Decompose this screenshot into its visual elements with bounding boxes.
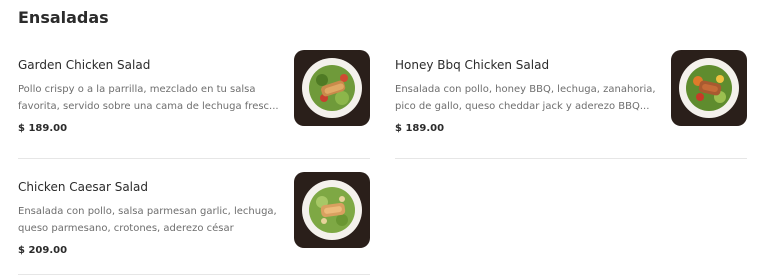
menu-item-image[interactable] (671, 50, 747, 126)
menu-item-price: $ 209.00 (18, 245, 68, 256)
menu-item-card[interactable]: Garden Chicken Salad Pollo crispy o a la… (18, 50, 370, 159)
menu-item-image[interactable] (294, 50, 370, 126)
menu-item-price: $ 189.00 (395, 123, 445, 134)
menu-item-name: Garden Chicken Salad (18, 58, 151, 72)
menu-item-card[interactable]: Chicken Caesar Salad Ensalada con pollo,… (18, 172, 370, 275)
salad-plate-icon (302, 180, 362, 240)
menu-item-name: Chicken Caesar Salad (18, 180, 148, 194)
salad-plate-icon (679, 58, 739, 118)
salad-plate-icon (302, 58, 362, 118)
menu-item-price: $ 189.00 (18, 123, 68, 134)
menu-item-card[interactable]: Honey Bbq Chicken Salad Ensalada con pol… (395, 50, 747, 159)
section-title: Ensaladas (18, 8, 109, 27)
menu-item-name: Honey Bbq Chicken Salad (395, 58, 550, 72)
menu-item-image[interactable] (294, 172, 370, 248)
menu-item-description: Ensalada con pollo, salsa parmesan garli… (18, 206, 277, 234)
menu-item-description: Ensalada con pollo, honey BBQ, lechuga, … (395, 84, 656, 112)
menu-item-description: Pollo crispy o a la parrilla, mezclado e… (18, 84, 279, 112)
